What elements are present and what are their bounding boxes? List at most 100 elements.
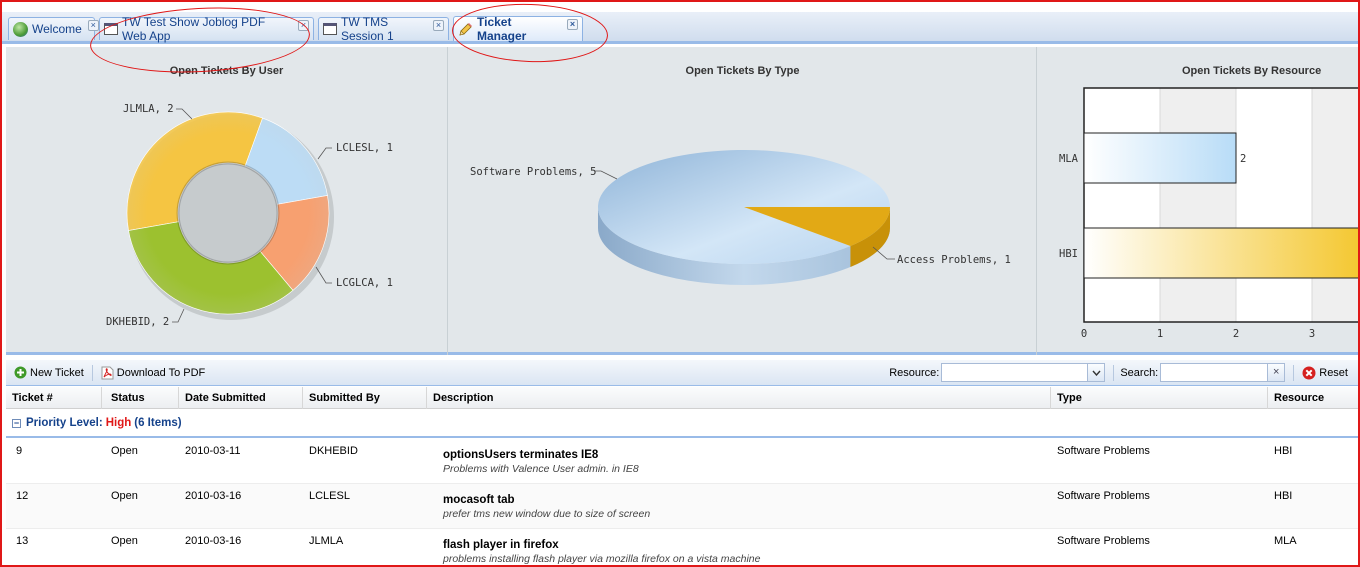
chart-open-tickets-by-user: Open Tickets By User JLMLA, 2 LCLESL, 1 LC… xyxy=(6,47,448,355)
bar-hbi[interactable] xyxy=(1083,227,1360,279)
description-title: flash player in firefox xyxy=(443,539,559,551)
toolbar-separator xyxy=(91,364,93,381)
grid-band xyxy=(1312,88,1358,322)
resource-label: Resource: xyxy=(889,366,940,379)
grid-toolbar: New Ticket Download To PDF Resource: Sea… xyxy=(6,360,1358,386)
x-tick-label: 1 xyxy=(1157,328,1163,340)
data-label-software-problems: Software Problems, 5 xyxy=(470,166,596,178)
table-row[interactable]: 13 Open 2010-03-16 JLMLA flash player in… xyxy=(6,529,1358,565)
pencil-icon xyxy=(458,22,473,37)
date-submitted: 2010-03-16 xyxy=(185,490,242,502)
priority-level: High xyxy=(105,417,132,429)
description-title: optionsUsers terminates IE8 xyxy=(443,449,599,461)
description-detail: prefer tms new window due to size of scr… xyxy=(443,508,651,520)
grid-header: Ticket # Status Date Submitted Submitted… xyxy=(6,387,1358,409)
tab-welcome[interactable]: Welcome × xyxy=(8,17,99,40)
pie-chart: Software Problems, 5 Access Problems, 1 xyxy=(470,149,1011,285)
chart-open-tickets-by-resource: Open Tickets By Resource MLA 2 HBI 0 1 2 3 xyxy=(1038,47,1360,355)
ticket-type: Software Problems xyxy=(1057,490,1150,502)
tab-tms-session[interactable]: TW TMS Session 1 × xyxy=(318,15,449,43)
collapse-icon[interactable]: − xyxy=(12,418,21,428)
tab-ticket-manager[interactable]: Ticket Manager × xyxy=(453,15,583,43)
submitted-by: JLMLA xyxy=(309,535,344,547)
column-header-date-submitted[interactable]: Date Submitted xyxy=(179,387,303,409)
window-icon xyxy=(323,23,337,35)
submitted-by: LCLESL xyxy=(309,490,350,502)
new-ticket-label: New Ticket xyxy=(30,366,84,379)
window-icon xyxy=(104,23,118,35)
close-icon[interactable]: × xyxy=(87,20,99,31)
category-label-mla: MLA xyxy=(1059,153,1079,165)
table-row[interactable]: 12 Open 2010-03-16 LCLESL mocasoft tab p… xyxy=(6,484,1358,529)
description-title: mocasoft tab xyxy=(443,494,515,506)
ticket-status: Open xyxy=(111,490,138,502)
x-tick-label: 0 xyxy=(1081,328,1087,340)
submitted-by: DKHEBID xyxy=(309,445,358,457)
toolbar-separator xyxy=(1293,364,1295,381)
data-label-dkhebid: DKHEBID, 2 xyxy=(106,316,169,328)
grid-band xyxy=(1160,88,1236,322)
ticket-number: 9 xyxy=(16,445,23,457)
bar-chart: MLA 2 HBI 0 1 2 3 xyxy=(1059,87,1360,340)
ticket-resource: HBI xyxy=(1274,445,1293,457)
add-icon xyxy=(14,366,27,379)
data-label-lclesl: LCLESL, 1 xyxy=(336,142,393,154)
x-tick-label: 2 xyxy=(1233,328,1239,340)
charts-panel: Open Tickets By User JLMLA, 2 LCLESL, 1 LC… xyxy=(6,47,1360,355)
column-header-status[interactable]: Status xyxy=(105,387,179,409)
group-prefix: Priority Level: xyxy=(26,417,103,429)
category-label-hbi: HBI xyxy=(1059,248,1078,260)
group-count: (6 Items) xyxy=(134,417,182,429)
donut-chart: JLMLA, 2 LCLESL, 1 LCGLCA, 1 DKHEBID, 2 xyxy=(106,103,393,328)
ticket-status: Open xyxy=(111,445,138,457)
download-pdf-button[interactable]: Download To PDF xyxy=(101,366,206,380)
reset-icon xyxy=(1302,366,1316,380)
date-submitted: 2010-03-11 xyxy=(185,445,241,457)
reset-label: Reset xyxy=(1319,366,1348,379)
data-label-lcglca: LCGLCA, 1 xyxy=(336,277,393,289)
ticket-number: 13 xyxy=(16,535,29,547)
leader-line xyxy=(176,108,193,120)
x-tick-label: 3 xyxy=(1309,328,1315,340)
grid-band xyxy=(1084,88,1160,322)
tab-label: TW TMS Session 1 xyxy=(341,15,394,43)
table-row[interactable]: 9 Open 2010-03-11 DKHEBID optionsUsers t… xyxy=(6,439,1358,484)
resource-select[interactable] xyxy=(941,363,1106,382)
toolbar-separator xyxy=(1113,364,1115,381)
clear-search-icon[interactable]: × xyxy=(1267,364,1285,381)
column-header-type[interactable]: Type xyxy=(1051,387,1268,409)
column-header-description[interactable]: Description xyxy=(427,387,1051,409)
chart-open-tickets-by-type: Open Tickets By Type Software Problems, … xyxy=(449,47,1037,355)
close-icon[interactable]: × xyxy=(567,19,578,30)
search-label: Search: xyxy=(1120,366,1159,379)
date-submitted: 2010-03-16 xyxy=(185,535,242,547)
close-icon[interactable]: × xyxy=(298,20,309,31)
search-input[interactable]: × xyxy=(1160,363,1286,382)
column-header-submitted-by[interactable]: Submitted By xyxy=(303,387,427,409)
description-detail: problems installing flash player via moz… xyxy=(443,553,761,565)
group-header-priority-high[interactable]: − Priority Level: High (6 Items) xyxy=(6,410,1358,438)
data-label-mla: 2 xyxy=(1240,153,1246,165)
download-pdf-label: Download To PDF xyxy=(116,366,206,379)
grid-band xyxy=(1236,88,1312,322)
description-detail: Problems with Valence User admin. in IE8 xyxy=(443,463,639,475)
tab-joblog-pdf[interactable]: TW Test Show Joblog PDF Web App × xyxy=(99,15,314,43)
app-window: Welcome × TW Test Show Joblog PDF Web Ap… xyxy=(0,0,1360,567)
chevron-down-icon[interactable] xyxy=(1087,364,1105,381)
bar-mla[interactable] xyxy=(1083,132,1237,184)
leader-line xyxy=(595,170,618,180)
column-header-ticket[interactable]: Ticket # xyxy=(6,387,102,409)
reset-button[interactable]: Reset xyxy=(1302,366,1348,380)
tab-bar: Welcome × TW Test Show Joblog PDF Web Ap… xyxy=(2,12,1358,44)
globe-icon xyxy=(13,21,28,37)
ticket-type: Software Problems xyxy=(1057,535,1150,547)
pdf-icon xyxy=(101,366,114,380)
ticket-number: 12 xyxy=(16,490,29,502)
ticket-resource: HBI xyxy=(1274,490,1293,502)
new-ticket-button[interactable]: New Ticket xyxy=(14,366,84,379)
column-header-resource[interactable]: Resource xyxy=(1268,387,1358,409)
tab-label: Ticket Manager xyxy=(477,15,527,43)
close-icon[interactable]: × xyxy=(433,20,444,31)
ticket-resource: MLA xyxy=(1274,535,1297,547)
leader-line xyxy=(172,308,185,323)
